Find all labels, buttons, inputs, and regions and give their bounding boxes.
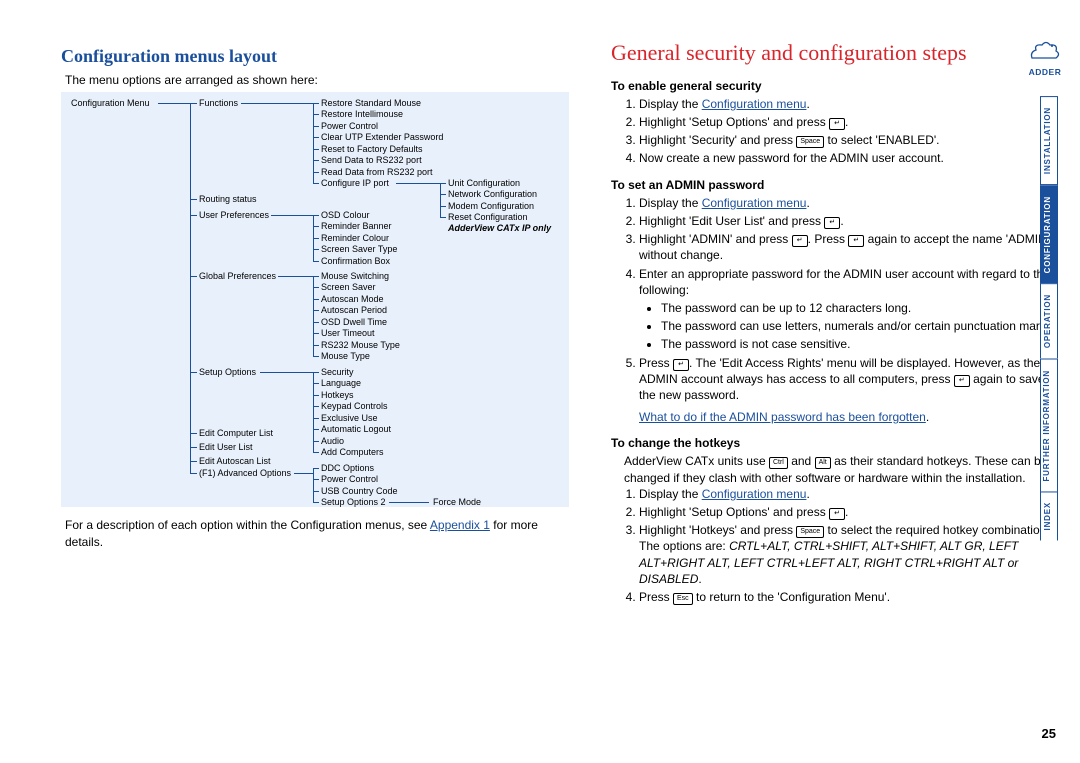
tab-configuration[interactable]: CONFIGURATION xyxy=(1040,185,1058,283)
dg-ao-2: USB Country Code xyxy=(321,486,398,497)
esc-key-icon: Esc xyxy=(673,593,693,605)
space-key-icon: Space xyxy=(796,526,824,538)
dg-ip-3: Reset Configuration xyxy=(448,212,528,223)
page-number: 25 xyxy=(1042,725,1056,743)
dg-gp-0: Mouse Switching xyxy=(321,271,389,282)
space-key-icon: Space xyxy=(796,136,824,148)
tab-index[interactable]: INDEX xyxy=(1040,491,1058,540)
enter-key-icon: ↵ xyxy=(673,359,689,371)
dg-gp-3: Autoscan Period xyxy=(321,305,387,316)
adder-logo: ADDER xyxy=(1028,38,1062,78)
right-heading: General security and configuration steps xyxy=(611,38,1060,68)
dg-ip-note: AdderView CATx IP only xyxy=(448,223,551,234)
dg-c2-0: Functions xyxy=(199,98,238,109)
dg-up-2: Reminder Colour xyxy=(321,233,389,244)
dg-c2-5: Edit Computer List xyxy=(199,428,273,439)
enter-key-icon: ↵ xyxy=(824,217,840,229)
dg-gp-7: Mouse Type xyxy=(321,351,370,362)
dg-ao-0: DDC Options xyxy=(321,463,374,474)
dg-so-5: Automatic Logout xyxy=(321,424,391,435)
dg-gp-6: RS232 Mouse Type xyxy=(321,340,400,351)
enter-key-icon: ↵ xyxy=(848,235,864,247)
dg-so-1: Language xyxy=(321,378,361,389)
dg-ao-1: Power Control xyxy=(321,474,378,485)
sec2-head: To set an ADMIN password xyxy=(611,177,1060,193)
dg-ip-1: Network Configuration xyxy=(448,189,537,200)
tab-operation[interactable]: OPERATION xyxy=(1040,283,1058,358)
dg-func-4: Reset to Factory Defaults xyxy=(321,144,423,155)
dg-func-1: Restore Intellimouse xyxy=(321,109,403,120)
dg-c2-4: Setup Options xyxy=(199,367,256,378)
sec2-list: Display the Configuration menu. Highligh… xyxy=(611,195,1060,403)
dg-func-6: Read Data from RS232 port xyxy=(321,167,433,178)
dg-gp-4: OSD Dwell Time xyxy=(321,317,387,328)
sec3-list: Display the Configuration menu. Highligh… xyxy=(611,486,1060,605)
dg-gp-1: Screen Saver xyxy=(321,282,376,293)
sec3-head: To change the hotkeys xyxy=(611,435,1060,451)
dg-so-6: Audio xyxy=(321,436,344,447)
tab-further-info[interactable]: FURTHER INFORMATION xyxy=(1040,359,1058,492)
ctrl-key-icon: Ctrl xyxy=(769,457,788,469)
dg-ao-3: Setup Options 2 xyxy=(321,497,386,508)
forgot-password-link[interactable]: What to do if the ADMIN password has bee… xyxy=(639,410,926,424)
left-intro: The menu options are arranged as shown h… xyxy=(65,72,571,88)
sec1-head: To enable general security xyxy=(611,78,1060,94)
sec1-list: Display the Configuration menu. Highligh… xyxy=(611,96,1060,167)
dg-func-5: Send Data to RS232 port xyxy=(321,155,422,166)
dg-up-1: Reminder Banner xyxy=(321,221,392,232)
dg-ao-sub: Force Mode xyxy=(433,497,481,508)
config-menu-link-3[interactable]: Configuration menu xyxy=(702,487,807,501)
appendix-link[interactable]: Appendix 1 xyxy=(430,518,490,532)
after-diagram-text: For a description of each option within … xyxy=(65,517,571,549)
dg-so-2: Hotkeys xyxy=(321,390,354,401)
dg-ip-0: Unit Configuration xyxy=(448,178,520,189)
dg-up-0: OSD Colour xyxy=(321,210,370,221)
dg-c2-1: Routing status xyxy=(199,194,257,205)
left-heading: Configuration menus layout xyxy=(61,44,571,68)
dg-c2-3: Global Preferences xyxy=(199,271,276,282)
dg-func-2: Power Control xyxy=(321,121,378,132)
config-menu-link-2[interactable]: Configuration menu xyxy=(702,196,807,210)
menu-diagram: Configuration Menu Functions Restore Sta… xyxy=(61,92,569,507)
dg-so-7: Add Computers xyxy=(321,447,384,458)
enter-key-icon: ↵ xyxy=(829,118,845,130)
dg-so-4: Exclusive Use xyxy=(321,413,378,424)
dg-gp-5: User Timeout xyxy=(321,328,375,339)
dg-func-3: Clear UTP Extender Password xyxy=(321,132,443,143)
dg-so-3: Keypad Controls xyxy=(321,401,388,412)
sec3-intro: AdderView CATx units use Ctrl and Alt as… xyxy=(624,453,1060,485)
config-menu-link-1[interactable]: Configuration menu xyxy=(702,97,807,111)
dg-c2-6: Edit User List xyxy=(199,442,253,453)
dg-c2-8: (F1) Advanced Options xyxy=(199,468,291,479)
dg-up-3: Screen Saver Type xyxy=(321,244,397,255)
dg-func-7: Configure IP port xyxy=(321,178,389,189)
dg-c2-7: Edit Autoscan List xyxy=(199,456,271,467)
enter-key-icon: ↵ xyxy=(829,508,845,520)
enter-key-icon: ↵ xyxy=(792,235,808,247)
dg-func-0: Restore Standard Mouse xyxy=(321,98,421,109)
dg-so-0: Security xyxy=(321,367,354,378)
enter-key-icon: ↵ xyxy=(954,375,970,387)
dg-c2-2: User Preferences xyxy=(199,210,269,221)
dg-ip-2: Modem Configuration xyxy=(448,201,534,212)
dg-gp-2: Autoscan Mode xyxy=(321,294,384,305)
side-tabs: INSTALLATION CONFIGURATION OPERATION FUR… xyxy=(1040,96,1058,541)
alt-key-icon: Alt xyxy=(815,457,831,469)
tab-installation[interactable]: INSTALLATION xyxy=(1040,96,1058,185)
dg-up-4: Confirmation Box xyxy=(321,256,390,267)
dg-root: Configuration Menu xyxy=(71,98,150,109)
